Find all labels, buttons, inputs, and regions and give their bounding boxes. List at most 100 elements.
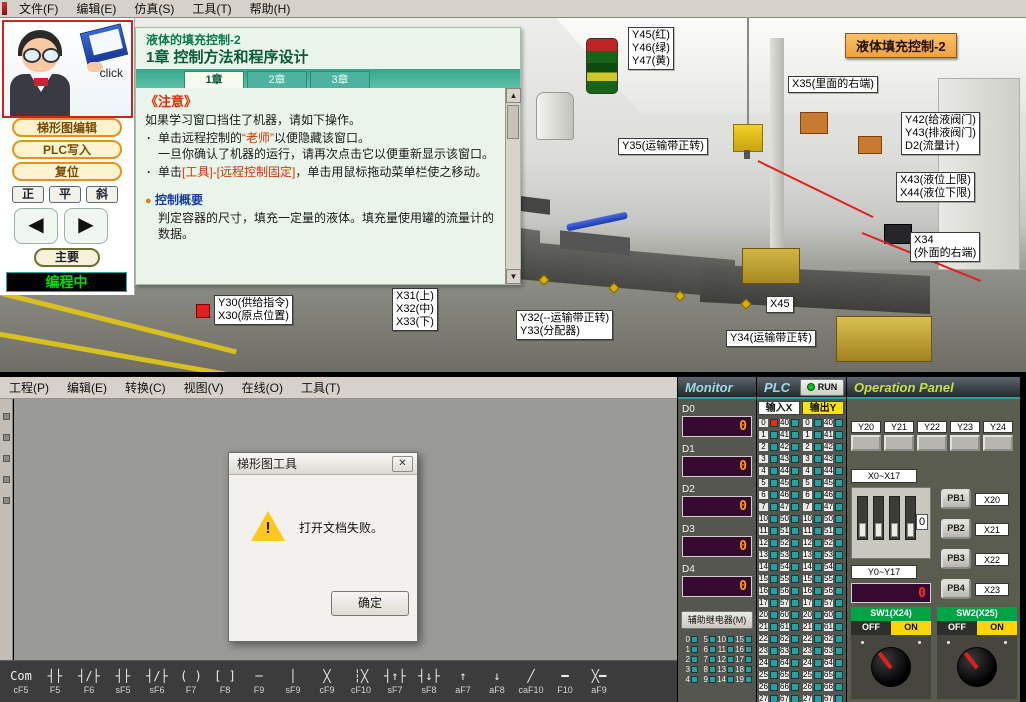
dispenser-nozzle [744, 150, 750, 159]
push-button-PB3[interactable]: PB3 [941, 549, 971, 569]
ladder-tool-F5[interactable]: ┤├F5 [38, 663, 72, 701]
sim-menu-item-1[interactable]: 编辑(E) [67, 0, 125, 18]
tutorial-body: 《注意》 如果学习窗口挡住了机器，请如下操作。 ·单击远程控制的“老师”以便隐藏… [136, 88, 505, 284]
plc-address: 6 [758, 490, 769, 500]
m-relay-cell: 3 [681, 665, 699, 674]
label-line: Y46(绿) [632, 42, 670, 55]
ladder-symbol-icon: ┆╳ [354, 669, 368, 683]
main-menu-button[interactable]: 主要 [34, 248, 100, 267]
ladder-tool-sF5[interactable]: ┤├sF5 [106, 663, 140, 701]
output-lamp-Y20[interactable]: Y20 [851, 421, 881, 451]
plc-address: 54 [779, 562, 790, 572]
push-button-PB1[interactable]: PB1 [941, 489, 971, 509]
plc-address: 11 [758, 526, 769, 536]
label-line: Y47(黄) [632, 55, 670, 68]
dialog-titlebar[interactable]: 梯形图工具 [229, 453, 417, 475]
ladder-tool-cF9[interactable]: ╳cF9 [310, 663, 344, 701]
plc-indicator [835, 587, 843, 595]
toolbar-grip-icon[interactable] [3, 455, 10, 462]
digital-switch[interactable] [857, 496, 868, 540]
ladder-tool-caF10[interactable]: ╱caF10 [514, 663, 548, 701]
ladder-symbol-icon: ┤├ [48, 669, 62, 683]
ladder-tool-aF7[interactable]: ↑aF7 [446, 663, 480, 701]
plc-indicator [814, 647, 822, 655]
tab-chapter-3[interactable]: 3章 [310, 71, 370, 88]
ladder-menu-item-1[interactable]: 编辑(E) [58, 378, 116, 397]
ladder-tool-F7[interactable]: ( )F7 [174, 663, 208, 701]
ladder-tool-aF8[interactable]: ↓aF8 [480, 663, 514, 701]
ladder-menu-item-0[interactable]: 工程(P) [0, 378, 58, 397]
output-lamp-Y21[interactable]: Y21 [884, 421, 914, 451]
ladder-symbol-icon: ╳ [323, 669, 330, 683]
m-relay-cell: 6 [699, 645, 717, 654]
sim-menu-item-4[interactable]: 帮助(H) [241, 0, 300, 18]
rotary-knob-icon[interactable] [957, 647, 997, 687]
toolbar-grip-icon[interactable] [3, 476, 10, 483]
operation-panel-title: Operation Panel [854, 380, 954, 395]
sim-menu-item-0[interactable]: 文件(F) [10, 0, 67, 18]
ladder-menu-item-5[interactable]: 工具(T) [292, 378, 349, 397]
tutorial-scrollbar[interactable]: ▲ ▼ [505, 88, 520, 284]
scroll-up-icon[interactable]: ▲ [506, 88, 521, 103]
push-button-PB4[interactable]: PB4 [941, 579, 971, 599]
output-lamp-Y22[interactable]: Y22 [917, 421, 947, 451]
plc-address: 13 [758, 550, 769, 560]
ladder-tool-F8[interactable]: [ ]F8 [208, 663, 242, 701]
toolbar-grip-icon[interactable] [3, 434, 10, 441]
register-block: D40 [682, 564, 752, 597]
push-button-PB2[interactable]: PB2 [941, 519, 971, 539]
plc-output-cells: 2161 [802, 621, 844, 633]
aux-relay-button[interactable]: 辅助继电器(M) [681, 611, 753, 629]
ladder-symbol-icon: ╳━ [592, 669, 606, 683]
sim-menu-item-3[interactable]: 工具(T) [183, 0, 240, 18]
ladder-tool-F9[interactable]: ─F9 [242, 663, 276, 701]
rotary-knob-icon[interactable] [871, 647, 911, 687]
prev-page-button[interactable]: ◀ [14, 208, 58, 244]
plc-indicator [835, 455, 843, 463]
plc-write-button[interactable]: PLC写入 [12, 140, 122, 159]
ladder-menu-item-2[interactable]: 转换(C) [116, 378, 175, 397]
close-icon[interactable]: ✕ [392, 456, 413, 472]
reset-button[interactable]: 复位 [12, 162, 122, 181]
switch-off-label: OFF [937, 621, 977, 635]
output-lamp-Y23[interactable]: Y23 [950, 421, 980, 451]
ladder-edit-button[interactable]: 梯形图编辑 [12, 118, 122, 137]
plc-row: 25652565 [758, 669, 846, 681]
digital-switch[interactable] [889, 496, 900, 540]
ladder-tool-sF8[interactable]: ┤↓├sF8 [412, 663, 446, 701]
tab-chapter-2[interactable]: 2章 [247, 71, 307, 88]
ladder-tool-F10[interactable]: ━F10 [548, 663, 582, 701]
plc-indicator [791, 503, 799, 511]
ladder-tool-sF7[interactable]: ┤↑├sF7 [378, 663, 412, 701]
toolbar-grip-icon[interactable] [3, 497, 10, 504]
tool-key-label: aF9 [591, 685, 607, 695]
plc-address: 63 [779, 646, 790, 656]
ladder-tool-cF10[interactable]: ┆╳ cF10 [344, 663, 378, 701]
teacher-toggle[interactable]: click [2, 20, 133, 118]
ladder-tool-sF6[interactable]: ┤/├sF6 [140, 663, 174, 701]
ladder-tool-aF9[interactable]: ╳━ aF9 [582, 663, 616, 701]
ladder-menu-item-3[interactable]: 视图(V) [175, 378, 233, 397]
switch-handle [891, 523, 898, 537]
ok-button[interactable]: 确定 [331, 591, 409, 616]
view-front-button[interactable]: 正 [12, 186, 44, 203]
output-lamp-Y24[interactable]: Y24 [983, 421, 1013, 451]
view-flat-button[interactable]: 平 [49, 186, 81, 203]
fx-trn-screen: 文件(F)编辑(E)仿真(S)工具(T)帮助(H) Y45( [0, 0, 1026, 702]
ladder-tool-F6[interactable]: ┤/├F6 [72, 663, 106, 701]
ladder-menu-item-4[interactable]: 在线(O) [233, 378, 292, 397]
ladder-tool-cF5[interactable]: ComcF5 [4, 663, 38, 701]
ladder-tool-sF9[interactable]: │sF9 [276, 663, 310, 701]
toolbar-grip-icon[interactable] [3, 413, 10, 420]
push-button-address: X23 [975, 583, 1009, 596]
notice-intro: 如果学习窗口挡住了机器，请如下操作。 [145, 112, 499, 128]
digital-switch[interactable] [905, 496, 916, 540]
scrollbar-thumb[interactable] [507, 105, 519, 139]
tool-key-label: cF10 [351, 685, 371, 695]
scroll-down-icon[interactable]: ▼ [506, 269, 521, 284]
digital-switch[interactable] [873, 496, 884, 540]
sim-menu-item-2[interactable]: 仿真(S) [125, 0, 183, 18]
next-page-button[interactable]: ▶ [64, 208, 108, 244]
view-oblique-button[interactable]: 斜 [86, 186, 118, 203]
tab-chapter-1[interactable]: 1章 [184, 71, 244, 88]
